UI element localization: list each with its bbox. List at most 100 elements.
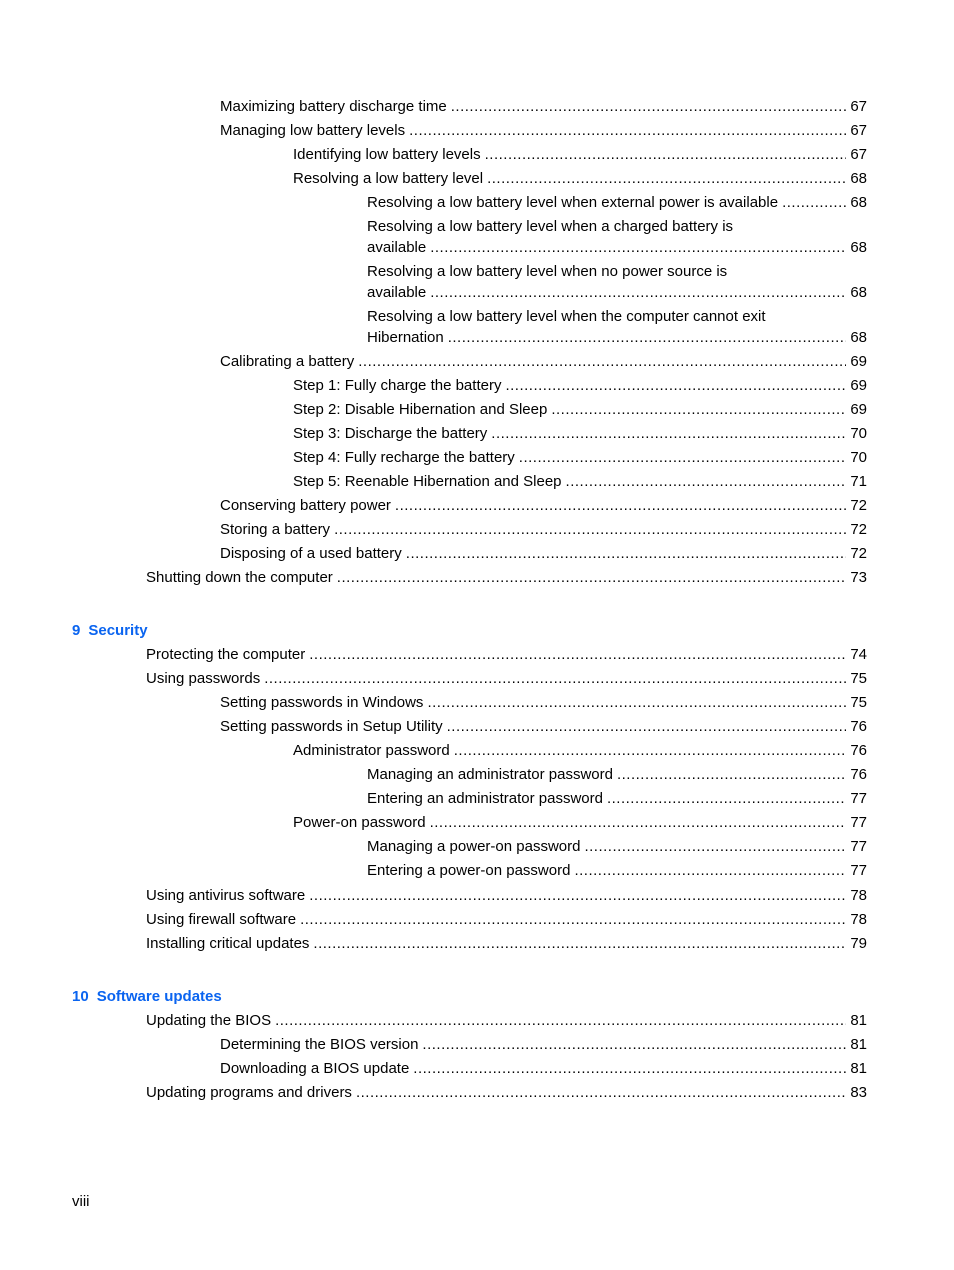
- toc-entry[interactable]: Updating programs and drivers 83: [146, 1084, 867, 1102]
- dot-leader: [448, 329, 847, 347]
- toc-entry-page: 67: [850, 122, 867, 139]
- toc-entry[interactable]: Protecting the computer 74: [146, 646, 867, 664]
- chapter-heading-software-updates[interactable]: 10 Software updates: [72, 988, 222, 1006]
- toc-entry[interactable]: Managing low battery levels 67: [220, 122, 867, 140]
- toc-entry-page: 75: [850, 694, 867, 711]
- toc-entry-title: Using antivirus software: [146, 887, 306, 904]
- toc-entry[interactable]: Using passwords 75: [146, 670, 867, 688]
- toc-entry[interactable]: Power-on password 77: [293, 814, 867, 832]
- toc-entry[interactable]: Resolving a low battery level when exter…: [367, 194, 867, 212]
- toc-entry-page: 69: [850, 353, 867, 370]
- toc-entry-title: Shutting down the computer: [146, 569, 333, 586]
- toc-entry-title: Setting passwords in Setup Utility: [220, 718, 443, 735]
- toc-entry[interactable]: Step 3: Discharge the battery 70: [293, 425, 867, 443]
- toc-entry-page: 83: [850, 1084, 867, 1101]
- toc-entry-title: Calibrating a battery: [220, 353, 355, 370]
- toc-entry-title: Managing a power-on password: [367, 838, 581, 855]
- toc-entry[interactable]: Shutting down the computer 73: [146, 569, 867, 587]
- toc-entry-title: Installing critical updates: [146, 935, 310, 952]
- toc-entry[interactable]: Storing a battery 72: [220, 521, 867, 539]
- toc-entry-page: 81: [850, 1060, 867, 1077]
- dot-leader: [454, 742, 847, 760]
- dot-leader: [607, 790, 846, 808]
- toc-entry[interactable]: Resolving a low battery level 68: [293, 170, 867, 188]
- toc-entry-title: Protecting the computer: [146, 646, 306, 663]
- toc-entry[interactable]: Resolving a low battery level when the c…: [367, 308, 867, 347]
- toc-entry-page: 81: [850, 1012, 867, 1029]
- dot-leader: [519, 449, 847, 467]
- toc-entry-page: 73: [850, 569, 867, 586]
- toc-entry[interactable]: Installing critical updates 79: [146, 935, 867, 953]
- toc-entry[interactable]: Determining the BIOS version 81: [220, 1036, 867, 1054]
- toc-entry-title: Step 4: Fully recharge the battery: [293, 449, 515, 466]
- toc-entry-title: Administrator password: [293, 742, 450, 759]
- toc-entry-page: 70: [850, 425, 867, 442]
- toc-entry[interactable]: Step 2: Disable Hibernation and Sleep 69: [293, 401, 867, 419]
- toc-entry-page: 76: [850, 766, 867, 783]
- toc-entry-page: 69: [850, 401, 867, 418]
- toc-entry-title: Conserving battery power: [220, 497, 391, 514]
- toc-entry[interactable]: Calibrating a battery 69: [220, 353, 867, 371]
- toc-entry[interactable]: Disposing of a used battery 72: [220, 545, 867, 563]
- toc-entry[interactable]: Identifying low battery levels 67: [293, 146, 867, 164]
- toc-entry-page: 77: [850, 838, 867, 855]
- toc-entry-title: Disposing of a used battery: [220, 545, 402, 562]
- toc-entry-page: 75: [850, 670, 867, 687]
- dot-leader: [427, 694, 846, 712]
- dot-leader: [430, 284, 846, 302]
- toc-entry-page: 67: [850, 98, 867, 115]
- dot-leader: [409, 122, 846, 140]
- toc-entry-title: Step 3: Discharge the battery: [293, 425, 488, 442]
- dot-leader: [505, 377, 846, 395]
- dot-leader: [447, 718, 847, 736]
- chapter-number: 9: [72, 622, 81, 639]
- toc-entry-page: 72: [850, 497, 867, 514]
- toc-entry[interactable]: Step 1: Fully charge the battery 69: [293, 377, 867, 395]
- toc-entry[interactable]: Setting passwords in Windows 75: [220, 694, 867, 712]
- toc-entry-page: 77: [850, 862, 867, 879]
- toc-entry-page: 76: [850, 742, 867, 759]
- toc-entry-title: Downloading a BIOS update: [220, 1060, 410, 1077]
- toc-entry[interactable]: Maximizing battery discharge time 67: [220, 98, 867, 116]
- toc-entry-title: Power-on password: [293, 814, 426, 831]
- toc-entry-title-line: Resolving a low battery level when no po…: [367, 263, 728, 280]
- dot-leader: [413, 1060, 846, 1078]
- toc-entry[interactable]: Managing an administrator password 76: [367, 766, 867, 784]
- toc-entry[interactable]: Step 5: Reenable Hibernation and Sleep 71: [293, 473, 867, 491]
- dot-leader: [782, 194, 846, 212]
- toc-entry-title: Managing an administrator password: [367, 766, 613, 783]
- toc-entry-title: available: [367, 239, 427, 256]
- toc-entry-title: Step 2: Disable Hibernation and Sleep: [293, 401, 548, 418]
- toc-entry-page: 68: [850, 284, 867, 301]
- toc-entry[interactable]: Setting passwords in Setup Utility 76: [220, 718, 867, 736]
- toc-entry-page: 79: [850, 935, 867, 952]
- toc-entry[interactable]: Resolving a low battery level when a cha…: [367, 218, 867, 257]
- toc-entry-page: 67: [850, 146, 867, 163]
- toc-entry[interactable]: Administrator password 76: [293, 742, 867, 760]
- toc-entry[interactable]: Updating the BIOS 81: [146, 1012, 867, 1030]
- dot-leader: [451, 98, 847, 116]
- chapter-title: Software updates: [96, 988, 222, 1005]
- toc-entry[interactable]: Using firewall software 78: [146, 911, 867, 929]
- toc-entry-page: 71: [850, 473, 867, 490]
- toc-entry[interactable]: Entering an administrator password 77: [367, 790, 867, 808]
- toc-entry-title: Updating the BIOS: [146, 1012, 272, 1029]
- toc-entry-title: available: [367, 284, 427, 301]
- toc-entry[interactable]: Resolving a low battery level when no po…: [367, 263, 867, 302]
- toc-entry[interactable]: Using antivirus software 78: [146, 887, 867, 905]
- dot-leader: [584, 838, 846, 856]
- toc-entry[interactable]: Conserving battery power 72: [220, 497, 867, 515]
- toc-entry-title: Setting passwords in Windows: [220, 694, 424, 711]
- dot-leader: [334, 521, 846, 539]
- toc-entry[interactable]: Downloading a BIOS update 81: [220, 1060, 867, 1078]
- toc-entry-page: 78: [850, 911, 867, 928]
- toc-entry-page: 70: [850, 449, 867, 466]
- toc-entry[interactable]: Entering a power-on password 77: [367, 862, 867, 880]
- chapter-number: 10: [72, 988, 89, 1005]
- toc-entry[interactable]: Step 4: Fully recharge the battery 70: [293, 449, 867, 467]
- toc-entry[interactable]: Managing a power-on password 77: [367, 838, 867, 856]
- chapter-heading-security[interactable]: 9 Security: [72, 622, 148, 640]
- toc-entry-title: Step 5: Reenable Hibernation and Sleep: [293, 473, 562, 490]
- chapter-title: Security: [88, 622, 148, 639]
- toc-entry-title: Resolving a low battery level: [293, 170, 484, 187]
